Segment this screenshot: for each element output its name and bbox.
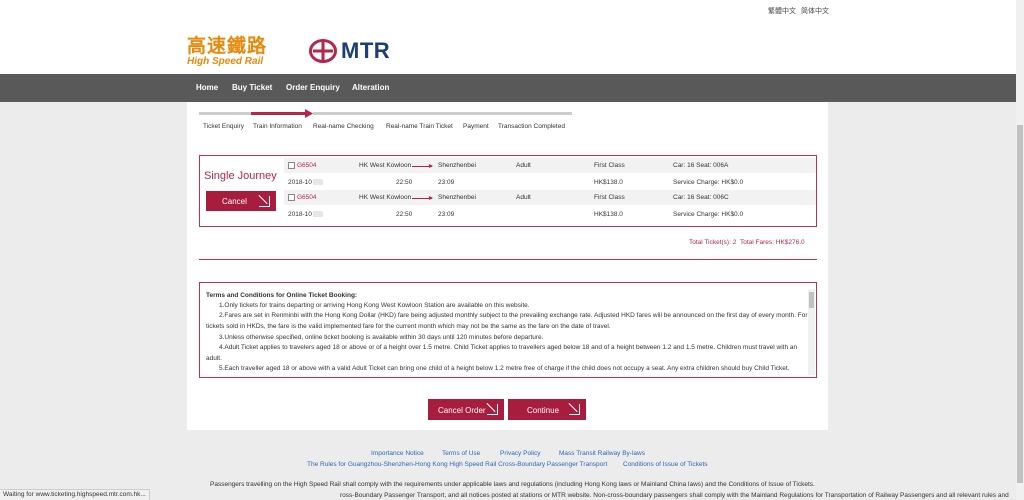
hsr-logo[interactable]: 高速鐵路 High Speed Rail xyxy=(187,36,267,67)
cancel-journey-button[interactable]: Cancel xyxy=(206,191,276,211)
terms-title: Terms and Conditions for Online Ticket B… xyxy=(206,292,358,299)
trip-arrive-time: 23:09 xyxy=(438,211,455,218)
continue-button[interactable]: Continue xyxy=(508,399,586,420)
trip-from: HK West Kowloon xyxy=(359,194,412,201)
terms-line: 4.Adult Ticket applies to travelers aged… xyxy=(219,344,798,351)
nav-buy-ticket[interactable]: Buy Ticket xyxy=(232,83,272,92)
progress-arrow-icon xyxy=(305,109,313,118)
terms-line: 3.Unless otherwise specified, online tic… xyxy=(219,334,544,341)
main-panel xyxy=(187,102,828,430)
section-divider xyxy=(199,259,817,260)
nav-alteration[interactable]: Alteration xyxy=(352,83,389,92)
trip-car-seat: Car: 16 Seat: 006A xyxy=(673,162,729,169)
total-tickets: Total Ticket(s): 2 xyxy=(689,239,737,246)
trip-car-seat: Car: 16 Seat: 006C xyxy=(673,194,729,201)
trip-fare: HK$138.0 xyxy=(594,211,623,218)
trip-class: First Class xyxy=(594,162,625,169)
language-bar: 繁體中文 简体中文 xyxy=(0,0,1016,20)
trip-to: Shenzhenbei xyxy=(438,162,476,169)
footer-link-by-laws[interactable]: Mass Transit Railway By-laws xyxy=(559,450,645,457)
hsr-logo-english: High Speed Rail xyxy=(187,56,264,67)
journey-title: Single Journey xyxy=(204,170,277,182)
terms-line: tickets sold in HKDs, the fare is the va… xyxy=(206,323,611,330)
footer-link-conditions-of-issue[interactable]: Conditions of Issue of Tickets xyxy=(623,461,708,468)
mtr-symbol-icon xyxy=(309,39,337,63)
footer-notice-line-2: ross-Boundary Passenger Transport, and a… xyxy=(340,492,1009,499)
trip-fare: HK$138.0 xyxy=(594,179,623,186)
footer-link-terms-of-use[interactable]: Terms of Use xyxy=(442,450,480,457)
lang-traditional-chinese[interactable]: 繁體中文 xyxy=(768,6,796,16)
cancel-order-button[interactable]: Cancel Order xyxy=(428,399,504,420)
trip-depart-time: 22:50 xyxy=(396,211,413,218)
progress-segment-remaining xyxy=(313,112,572,115)
step-transaction-completed: Transaction Completed xyxy=(498,123,565,130)
arrow-down-right-icon xyxy=(569,404,580,415)
trip-class: First Class xyxy=(594,194,625,201)
trip-checkbox[interactable] xyxy=(288,194,295,201)
terms-line: 1.Only tickets for trains departing or a… xyxy=(219,302,530,309)
trip-checkbox[interactable] xyxy=(288,162,295,169)
terms-line: 2.Fares are set in Renminbi with the Hon… xyxy=(219,312,808,319)
mtr-logo-text: MTR xyxy=(341,38,391,63)
trip-train-number[interactable]: G6504 xyxy=(297,162,317,169)
terms-scrollbar-thumb[interactable] xyxy=(809,292,814,308)
trip-train-number[interactable]: G6504 xyxy=(297,194,317,201)
lang-simplified-chinese[interactable]: 简体中文 xyxy=(801,6,829,16)
total-fares: Total Fares: HK$276.0 xyxy=(740,239,805,246)
site-header: 高速鐵路 High Speed Rail MTR xyxy=(0,20,1016,74)
trip-ticket-type: Adult xyxy=(516,194,531,201)
terms-line: 5.Each traveller aged 18 or above with a… xyxy=(219,365,790,372)
progress-segment-done xyxy=(199,112,251,115)
page-scrollbar-thumb[interactable] xyxy=(1017,125,1023,483)
step-real-name-train-ticket: Real-name Train Ticket xyxy=(386,123,453,130)
terms-line: adult. xyxy=(206,355,222,362)
arrow-down-right-icon xyxy=(259,196,270,207)
trip-arrive-time: 23:09 xyxy=(438,179,455,186)
direction-arrow-icon xyxy=(412,164,433,168)
footer-notice-line-1: Passengers travelling on the High Speed … xyxy=(210,481,815,488)
mtr-logo[interactable]: MTR xyxy=(309,38,390,64)
trip-from: HK West Kowloon xyxy=(359,162,412,169)
direction-arrow-icon xyxy=(412,196,433,200)
footer-link-privacy-policy[interactable]: Privacy Policy xyxy=(500,450,540,457)
step-train-information: Train Information xyxy=(253,123,302,130)
nav-order-enquiry[interactable]: Order Enquiry xyxy=(286,83,340,92)
browser-status-bar: Waiting for www.ticketing.highspeed.mtr.… xyxy=(0,489,150,500)
cancel-order-label: Cancel Order xyxy=(438,406,486,415)
step-ticket-enquiry: Ticket Enquiry xyxy=(203,123,244,130)
step-payment: Payment xyxy=(463,123,489,130)
trip-date: 2018-10 xyxy=(288,179,323,186)
trip-ticket-type: Adult xyxy=(516,162,531,169)
main-nav: Home Buy Ticket Order Enquiry Alteration xyxy=(0,74,1016,102)
nav-home[interactable]: Home xyxy=(196,83,218,92)
trip-to: Shenzhenbei xyxy=(438,194,476,201)
trip-date: 2018-10 xyxy=(288,211,323,218)
step-real-name-checking: Real-name Checking xyxy=(313,123,374,130)
continue-label: Continue xyxy=(527,406,560,415)
footer-link-hsr-rules[interactable]: The Rules for Guangzhou-Shenzhen-Hong Ko… xyxy=(307,461,607,468)
cancel-journey-label: Cancel xyxy=(222,197,247,206)
arrow-down-right-icon xyxy=(487,404,498,415)
progress-segment-current xyxy=(251,112,311,115)
footer-link-importance-notice[interactable]: Importance Notice xyxy=(371,450,424,457)
hsr-logo-chinese: 高速鐵路 xyxy=(187,35,268,57)
trip-service-charge: Service Charge: HK$0.0 xyxy=(673,179,744,186)
trip-depart-time: 22:50 xyxy=(396,179,413,186)
trip-service-charge: Service Charge: HK$0.0 xyxy=(673,211,744,218)
